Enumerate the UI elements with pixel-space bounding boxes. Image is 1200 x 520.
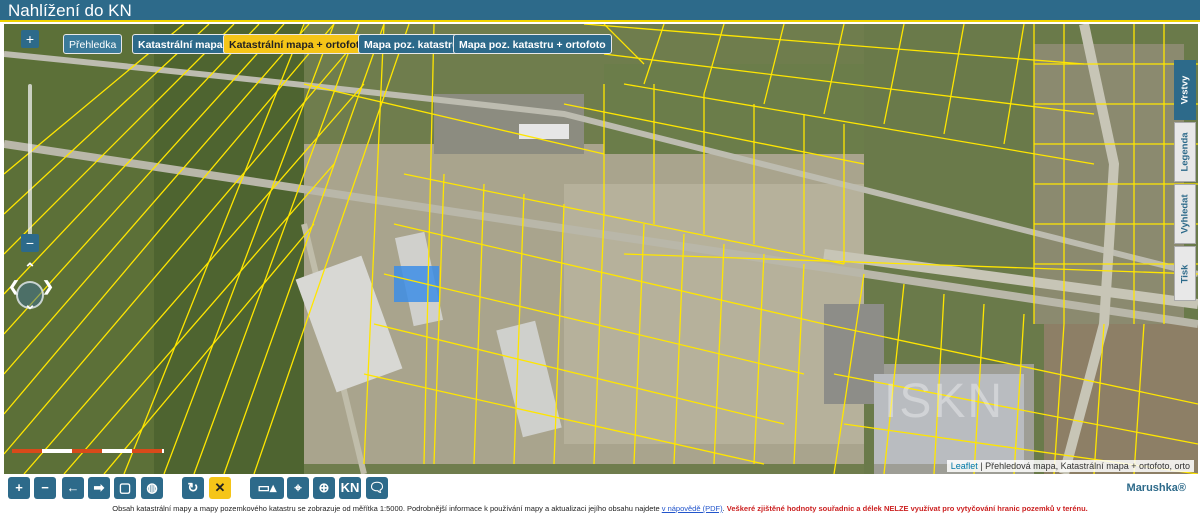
help-link[interactable]: v nápovědě (PDF) [662,504,723,513]
tab-print-label: Tisk [1179,264,1191,283]
chat-icon[interactable]: 🗨 [366,477,388,499]
tab-layers[interactable]: Vrstvy [1174,60,1196,120]
footer-note: Obsah katastrální mapy a mapy pozemkovéh… [0,502,1200,520]
full-extent-icon[interactable]: ▢ [114,477,136,499]
tab-land-map-ortho[interactable]: Mapa poz. katastru + ortofoto [453,34,612,54]
tab-layers-label: Vrstvy [1179,75,1191,105]
ortophoto-with-parcels [4,24,1198,474]
pin-icon[interactable]: ⌖ [287,477,309,499]
tab-overview[interactable]: Přehledka [63,34,123,54]
locate-icon[interactable]: ⊕ [313,477,335,499]
side-tabs: Vrstvy Legenda Vyhledat Tisk [1174,60,1196,320]
zoom-in-button[interactable]: + [21,30,39,48]
scale-bar [12,449,164,453]
footer-text: Obsah katastrální mapy a mapy pozemkovéh… [112,504,660,513]
tab-search-label: Vyhledat [1179,194,1191,234]
forward-arrow-icon[interactable]: ➡ [88,477,110,499]
bottom-toolbar: + − ← ➡ ▢ ◍ ↻ ✕ ▭▴ ⌖ ⊕ KN 🗨 Marushka® [0,475,1200,501]
measure-icon[interactable]: ▭▴ [250,477,284,499]
kn-button[interactable]: KN [339,477,361,499]
refresh-icon[interactable]: ↻ [182,477,204,499]
watermark: ISKN [884,375,1005,428]
tab-legend-label: Legenda [1179,132,1191,172]
leaflet-link[interactable]: Leaflet [951,461,978,471]
pan-down-icon[interactable]: ⌄ [22,296,38,312]
tab-legend[interactable]: Legenda [1174,122,1196,182]
pan-up-icon[interactable]: ⌃ [22,260,38,276]
tab-print[interactable]: Tisk [1174,246,1196,301]
tab-cadastral-map[interactable]: Katastrální mapa [132,34,229,54]
tab-land-map[interactable]: Mapa poz. katastru [358,34,465,54]
map-viewport[interactable]: ISKN Přehledka Katastrální mapa Katastrá… [4,24,1198,474]
tab-search[interactable]: Vyhledat [1174,184,1196,244]
attribution-text: | Přehledová mapa, Katastrální mapa + or… [980,461,1190,471]
zoom-in-tool-button[interactable]: + [8,477,30,499]
back-arrow-icon[interactable]: ← [62,477,84,499]
clear-icon[interactable]: ✕ [209,477,231,499]
globe-icon[interactable]: ◍ [141,477,163,499]
app-title: Nahlížení do KN [0,0,1200,22]
footer-warning: Veškeré zjištěné hodnoty souřadnic a dél… [726,504,1088,513]
zoom-slider[interactable] [28,84,32,239]
brand-logo: Marushka® [1126,482,1186,494]
tab-cadastral-ortho[interactable]: Katastrální mapa + ortofoto [223,34,372,54]
zoom-out-button[interactable]: − [21,234,39,252]
map-attribution: Leaflet | Přehledová mapa, Katastrální m… [946,460,1194,472]
footer-period: . [722,504,725,513]
pan-right-icon[interactable]: ❯ [40,278,56,294]
zoom-out-tool-button[interactable]: − [34,477,56,499]
